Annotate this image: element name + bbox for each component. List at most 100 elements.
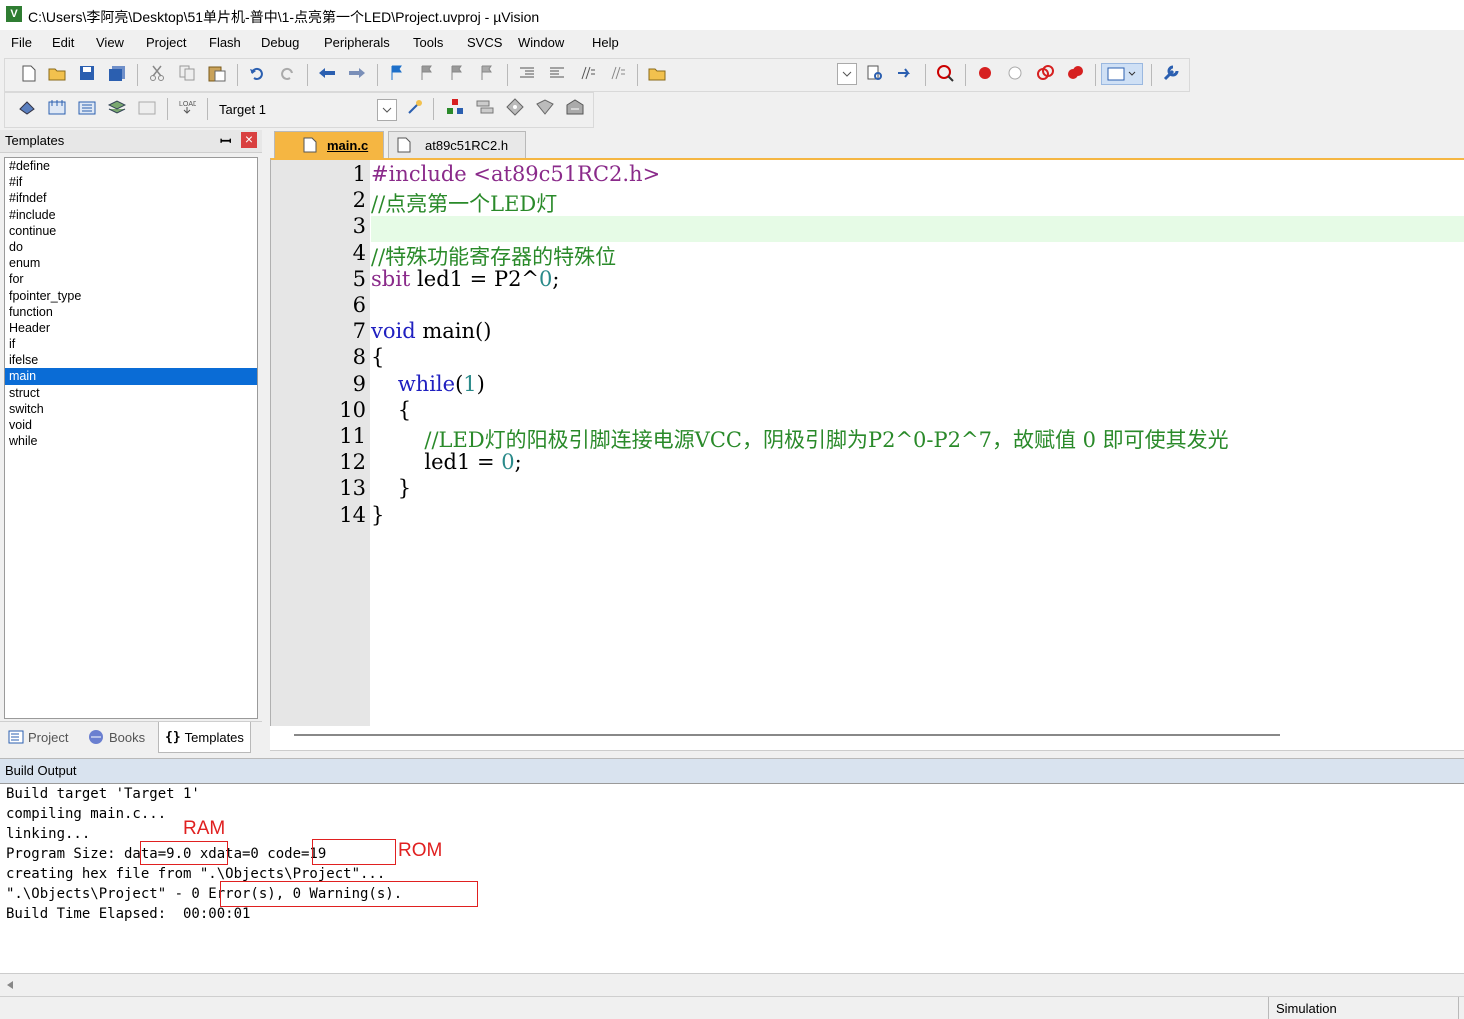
undo-icon[interactable]: [247, 63, 267, 83]
clear-bookmarks-icon[interactable]: [477, 63, 497, 83]
menu-window[interactable]: Window: [518, 35, 564, 50]
code-line[interactable]: }: [371, 503, 384, 527]
ram-highlight-box: [140, 841, 228, 865]
configure-icon[interactable]: [1161, 63, 1181, 83]
status-bar: Simulation: [0, 996, 1464, 1019]
pack-installer-2-icon[interactable]: [565, 97, 585, 117]
next-bookmark-icon[interactable]: [447, 63, 467, 83]
tab-at89c51rc2-h[interactable]: at89c51RC2.h: [388, 131, 526, 158]
new-file-icon[interactable]: [19, 63, 39, 83]
build-output-title: Build Output: [5, 763, 77, 778]
target-dropdown-icon[interactable]: [377, 99, 397, 121]
build-output-scrollbar[interactable]: [0, 973, 1464, 996]
incremental-find-icon[interactable]: [895, 63, 915, 83]
editor-horizontal-scrollbar[interactable]: [270, 726, 1464, 751]
menu-edit[interactable]: Edit: [52, 35, 74, 50]
menu-file[interactable]: File: [11, 35, 32, 50]
manage-project-items-icon[interactable]: [445, 97, 465, 117]
code-token: sbit: [371, 266, 411, 291]
rebuild-icon[interactable]: [77, 97, 97, 117]
find-icon[interactable]: [865, 63, 885, 83]
unindent-icon[interactable]: [547, 63, 567, 83]
menu-peripherals[interactable]: Peripherals: [324, 35, 390, 50]
disable-breakpoint-icon[interactable]: [1005, 63, 1025, 83]
template-item[interactable]: #if: [5, 174, 257, 190]
menu-project[interactable]: Project: [146, 35, 186, 50]
tab-main-c[interactable]: main.c: [274, 131, 384, 158]
paste-icon[interactable]: [207, 63, 227, 83]
code-line[interactable]: led1 = 0;: [371, 450, 521, 474]
template-item[interactable]: function: [5, 304, 257, 320]
redo-icon[interactable]: [277, 63, 297, 83]
menu-svcs[interactable]: SVCS: [467, 35, 502, 50]
prev-bookmark-icon[interactable]: [417, 63, 437, 83]
template-item[interactable]: continue: [5, 223, 257, 239]
pack-installer-icon[interactable]: [535, 97, 555, 117]
debug-session-icon[interactable]: [935, 63, 955, 83]
template-item[interactable]: fpointer_type: [5, 288, 257, 304]
code-line[interactable]: while(1): [371, 372, 485, 396]
indent-icon[interactable]: [517, 63, 537, 83]
window-layout-icon[interactable]: [1101, 63, 1143, 85]
scroll-left-icon[interactable]: [6, 980, 14, 990]
disable-all-breakpoints-icon[interactable]: [1035, 63, 1055, 83]
menu-help[interactable]: Help: [592, 35, 619, 50]
code-line[interactable]: //点亮第一个LED灯: [371, 188, 557, 218]
menu-flash[interactable]: Flash: [209, 35, 241, 50]
select-packs-icon[interactable]: [475, 97, 495, 117]
pin-icon[interactable]: ꟷ: [220, 132, 231, 151]
target-select[interactable]: Target 1: [219, 102, 266, 117]
code-line[interactable]: {: [371, 398, 411, 422]
template-item[interactable]: #ifndef: [5, 190, 257, 206]
code-line[interactable]: void main(): [371, 319, 491, 343]
bookmark-icon[interactable]: [387, 63, 407, 83]
find-in-files-icon[interactable]: [647, 63, 667, 83]
kill-all-breakpoints-icon[interactable]: [1065, 63, 1085, 83]
build-icon[interactable]: [47, 97, 67, 117]
template-item[interactable]: #define: [5, 158, 257, 174]
copy-icon[interactable]: [177, 63, 197, 83]
template-item[interactable]: if: [5, 336, 257, 352]
nav-forward-icon[interactable]: [347, 63, 367, 83]
open-folder-icon[interactable]: [47, 63, 67, 83]
save-icon[interactable]: [77, 63, 97, 83]
template-item[interactable]: for: [5, 271, 257, 287]
menu-debug[interactable]: Debug: [261, 35, 299, 50]
save-all-icon[interactable]: [107, 63, 127, 83]
manage-rte-icon[interactable]: [505, 97, 525, 117]
menu-tools[interactable]: Tools: [413, 35, 443, 50]
tab-project[interactable]: Project: [8, 725, 68, 749]
menu-view[interactable]: View: [96, 35, 124, 50]
stop-build-icon[interactable]: [137, 97, 157, 117]
template-item[interactable]: void: [5, 417, 257, 433]
build-output-panel[interactable]: Build target 'Target 1' compiling main.c…: [0, 783, 1464, 974]
code-editor[interactable]: 1 2 3 4 5 6 7 8 9 10 11 12 13 14 #include <at89c51RC2…: [270, 158, 1464, 728]
template-item[interactable]: #include: [5, 207, 257, 223]
code-line[interactable]: {: [371, 345, 384, 369]
target-options-icon[interactable]: [405, 97, 425, 117]
template-item[interactable]: main: [5, 368, 257, 385]
books-icon: [89, 730, 103, 744]
template-item[interactable]: switch: [5, 401, 257, 417]
template-item[interactable]: do: [5, 239, 257, 255]
template-item[interactable]: while: [5, 433, 257, 449]
code-line[interactable]: }: [371, 476, 411, 500]
code-line[interactable]: #include <at89c51RC2.h>: [371, 162, 660, 186]
close-icon[interactable]: ×: [241, 132, 257, 148]
nav-back-icon[interactable]: [317, 63, 337, 83]
comment-icon[interactable]: [577, 63, 597, 83]
download-icon[interactable]: LOAD: [177, 97, 197, 117]
template-item[interactable]: ifelse: [5, 352, 257, 368]
uncomment-icon[interactable]: [607, 63, 627, 83]
template-item[interactable]: Header: [5, 320, 257, 336]
batch-build-icon[interactable]: [107, 97, 127, 117]
find-dropdown-icon[interactable]: [837, 63, 857, 85]
template-item[interactable]: enum: [5, 255, 257, 271]
translate-icon[interactable]: [17, 97, 37, 117]
code-line[interactable]: sbit led1 = P2^0;: [371, 267, 559, 291]
template-item[interactable]: struct: [5, 385, 257, 401]
tab-templates[interactable]: {} Templates: [158, 722, 251, 753]
cut-icon[interactable]: [147, 63, 167, 83]
tab-books[interactable]: Books: [87, 725, 145, 749]
breakpoint-icon[interactable]: [975, 63, 995, 83]
